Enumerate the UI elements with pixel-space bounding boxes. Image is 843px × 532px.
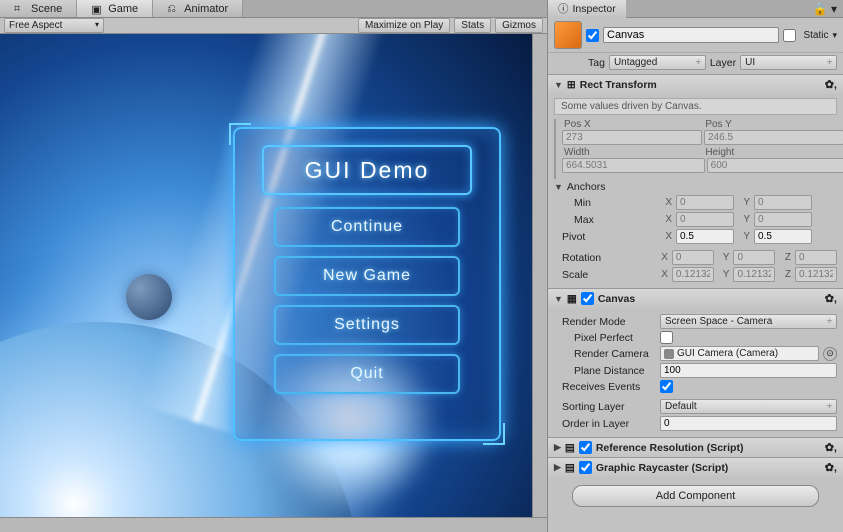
static-label: Static <box>803 30 828 41</box>
game-icon: ▣ <box>91 3 103 15</box>
game-view: GUI Demo Continue New Game Settings Quit <box>0 34 547 532</box>
gear-icon[interactable]: ✿, <box>825 78 837 91</box>
pivot-x[interactable] <box>676 229 734 244</box>
add-component-button[interactable]: Add Component <box>572 485 819 507</box>
animator-icon: ⎌ <box>167 3 179 15</box>
stats-button[interactable]: Stats <box>454 18 491 33</box>
order-in-layer-field[interactable] <box>660 416 837 431</box>
quit-button[interactable]: Quit <box>274 354 460 394</box>
game-toolbar: Free Aspect Maximize on Play Stats Gizmo… <box>0 18 547 34</box>
active-checkbox[interactable] <box>586 29 599 42</box>
width-field[interactable] <box>562 158 705 173</box>
script-icon: ▤ <box>565 442 575 454</box>
aspect-dropdown[interactable]: Free Aspect <box>4 18 104 33</box>
driven-note: Some values driven by Canvas. <box>554 98 837 115</box>
lock-icon[interactable]: 🔒 ▾ <box>807 2 843 16</box>
scale-z[interactable] <box>795 267 837 282</box>
newgame-button[interactable]: New Game <box>274 256 460 296</box>
canvas-header[interactable]: ▼ ▦ Canvas ✿, <box>548 289 843 308</box>
menu-title: GUI Demo <box>262 145 472 195</box>
settings-button[interactable]: Settings <box>274 305 460 345</box>
info-icon: ⓘ <box>558 1 569 16</box>
name-field[interactable] <box>603 27 779 43</box>
anchor-min-x[interactable] <box>676 195 734 210</box>
scale-x[interactable] <box>672 267 714 282</box>
gear-icon[interactable]: ✿, <box>825 461 837 474</box>
anchors-expand-icon[interactable]: ▼ <box>554 182 563 192</box>
gear-icon[interactable]: ✿, <box>825 292 837 305</box>
canvas-icon: ▦ <box>567 293 577 305</box>
raycaster-enabled[interactable] <box>579 461 592 474</box>
gizmos-button[interactable]: Gizmos <box>495 18 543 33</box>
scrollbar-vertical[interactable] <box>532 34 547 532</box>
anchor-max-x[interactable] <box>676 212 734 227</box>
expand-icon: ▼ <box>554 80 563 90</box>
rot-z[interactable] <box>795 250 837 265</box>
static-dropdown-icon[interactable]: ▾ <box>832 30 837 41</box>
tag-label: Tag <box>588 57 605 69</box>
inspector-panel: ⓘInspector 🔒 ▾ Static ▾ Tag Untagged Lay… <box>547 0 843 532</box>
scene-icon: ⌗ <box>14 3 26 15</box>
gameobject-icon[interactable] <box>554 21 582 49</box>
expand-icon: ▶ <box>554 462 561 473</box>
camera-icon <box>664 349 674 359</box>
receives-events-checkbox[interactable] <box>660 380 673 393</box>
raycaster-header[interactable]: ▶ ▤ Graphic Raycaster (Script) ✿, <box>548 458 843 477</box>
static-checkbox[interactable] <box>783 29 796 42</box>
anchor-max-y[interactable] <box>754 212 812 227</box>
layer-dropdown[interactable]: UI <box>740 55 837 70</box>
rot-y[interactable] <box>733 250 775 265</box>
sorting-layer-dropdown[interactable]: Default <box>660 399 837 414</box>
anchor-preset[interactable] <box>554 119 556 179</box>
tab-animator[interactable]: ⎌Animator <box>153 0 243 17</box>
plane-distance-field[interactable] <box>660 363 837 378</box>
maximize-button[interactable]: Maximize on Play <box>358 18 450 33</box>
rot-x[interactable] <box>672 250 714 265</box>
render-mode-dropdown[interactable]: Screen Space - Camera <box>660 314 837 329</box>
menu-panel: GUI Demo Continue New Game Settings Quit <box>233 127 501 441</box>
script-icon: ▤ <box>565 462 575 474</box>
render-camera-field[interactable]: GUI Camera (Camera) <box>660 346 819 361</box>
rect-transform-header[interactable]: ▼ ⊞ Rect Transform ✿, <box>548 75 843 94</box>
object-picker-icon[interactable]: ⊙ <box>823 347 837 361</box>
anchor-min-y[interactable] <box>754 195 812 210</box>
refres-header[interactable]: ▶ ▤ Reference Resolution (Script) ✿, <box>548 438 843 457</box>
rect-icon: ⊞ <box>567 79 576 91</box>
tab-inspector[interactable]: ⓘInspector <box>548 0 626 18</box>
gear-icon[interactable]: ✿, <box>825 441 837 454</box>
pixel-perfect-checkbox[interactable] <box>660 331 673 344</box>
canvas-enabled[interactable] <box>581 292 594 305</box>
main-tabs: ⌗Scene ▣Game ⎌Animator <box>0 0 547 18</box>
refres-enabled[interactable] <box>579 441 592 454</box>
posx-field[interactable] <box>562 130 702 145</box>
layer-label: Layer <box>710 57 736 69</box>
moon-graphic <box>126 274 172 320</box>
scrollbar-horizontal[interactable] <box>0 517 547 532</box>
posy-field[interactable] <box>704 130 843 145</box>
continue-button[interactable]: Continue <box>274 207 460 247</box>
scale-y[interactable] <box>733 267 775 282</box>
expand-icon: ▶ <box>554 442 561 453</box>
expand-icon: ▼ <box>554 294 563 304</box>
tag-dropdown[interactable]: Untagged <box>609 55 706 70</box>
pivot-y[interactable] <box>754 229 812 244</box>
tab-game[interactable]: ▣Game <box>77 0 153 17</box>
height-field[interactable] <box>707 158 843 173</box>
tab-scene[interactable]: ⌗Scene <box>0 0 77 17</box>
